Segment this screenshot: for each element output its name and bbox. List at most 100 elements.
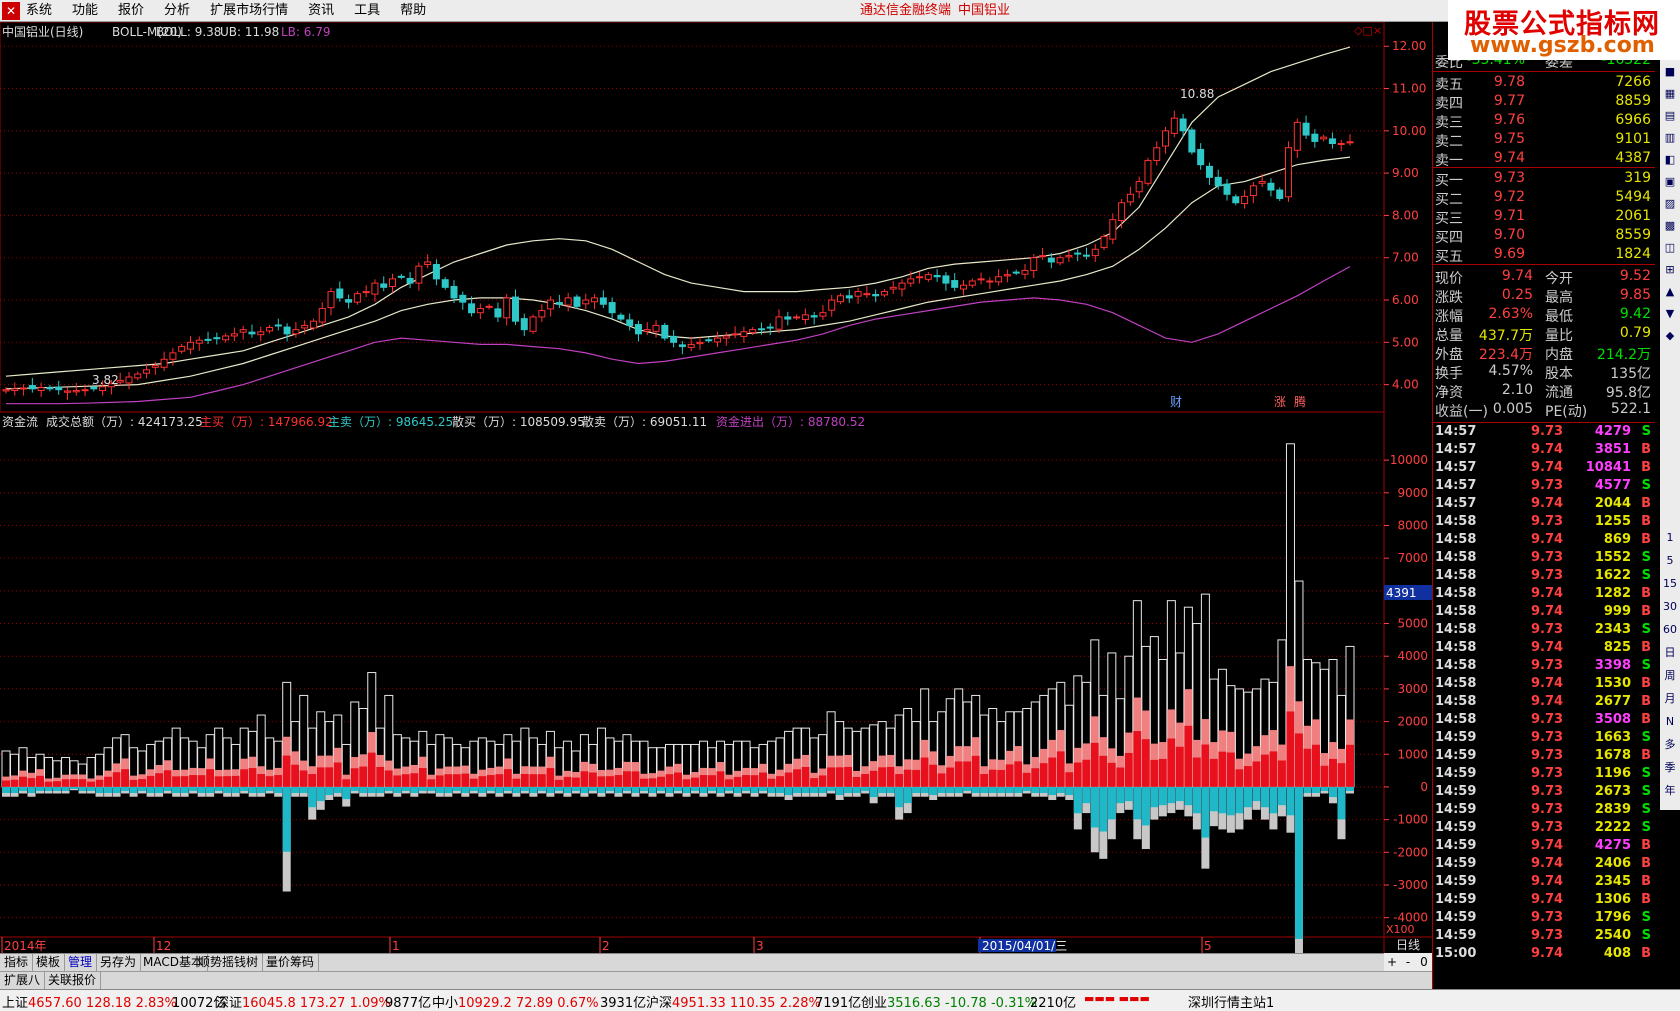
tick-row[interactable]: 14:58 9.74 999 B xyxy=(1433,604,1655,622)
index-cy[interactable]: 创业3516.63 -10.78 -0.31% xyxy=(861,992,1037,1011)
bid-row[interactable]: 买一 9.73 319 xyxy=(1433,170,1655,189)
flow-main-buy-bar xyxy=(1260,754,1269,787)
zoom-reset-button[interactable]: 0 xyxy=(1416,953,1432,971)
tick-row[interactable]: 14:59 9.74 4275 B xyxy=(1433,838,1655,856)
tab-manage[interactable]: 管理 xyxy=(64,954,98,971)
tab-template[interactable]: 模板 xyxy=(32,954,66,971)
period-button[interactable]: 月 xyxy=(1662,691,1678,707)
tick-row[interactable]: 14:59 9.73 1796 S xyxy=(1433,910,1655,928)
chart-svg[interactable]: 12.0011.0010.009.008.007.006.005.004.00 … xyxy=(0,22,1432,953)
menu-tools[interactable]: 工具 xyxy=(344,0,390,22)
tick-row[interactable]: 15:00 9.74 408 B xyxy=(1433,946,1655,964)
index-sz[interactable]: 深证16045.8 173.27 1.09% xyxy=(216,992,391,1011)
tick-row[interactable]: 14:59 9.73 1678 B xyxy=(1433,748,1655,766)
toolbar-icon[interactable]: ▩ xyxy=(1662,218,1678,234)
tick-row[interactable]: 14:58 9.73 1552 S xyxy=(1433,550,1655,568)
menu-extended-market[interactable]: 扩展市场行情 xyxy=(200,0,298,22)
period-button[interactable]: 60 xyxy=(1662,622,1678,638)
finance-marker[interactable]: 财 xyxy=(1170,395,1182,409)
toolbar-icon[interactable]: ▨ xyxy=(1662,196,1678,212)
tick-row[interactable]: 14:59 9.73 2540 S xyxy=(1433,928,1655,946)
tab-related-quote[interactable]: 关联报价 xyxy=(44,972,102,989)
tab-indicator[interactable]: 指标 xyxy=(0,954,34,971)
tick-row[interactable]: 14:57 9.73 4279 S xyxy=(1433,424,1655,442)
toolbar-icon[interactable]: ▣ xyxy=(1662,174,1678,190)
toolbar-icon[interactable]: ◫ xyxy=(1662,240,1678,256)
tab-volume-chips[interactable]: 量价筹码 xyxy=(262,954,320,971)
index-zx[interactable]: 中小10929.2 72.89 0.67% xyxy=(432,992,599,1011)
tab-money-tree[interactable]: 顺势摇钱树 xyxy=(194,954,264,971)
toolbar-icon[interactable]: ▤ xyxy=(1662,108,1678,124)
tick-row[interactable]: 14:58 9.73 3398 S xyxy=(1433,658,1655,676)
tick-row[interactable]: 14:58 9.74 825 B xyxy=(1433,640,1655,658)
period-button[interactable]: N xyxy=(1662,714,1678,730)
toolbar-icon[interactable]: ⊞ xyxy=(1662,262,1678,278)
tick-row[interactable]: 14:57 9.74 10841 B xyxy=(1433,460,1655,478)
tick-row[interactable]: 14:58 9.74 1530 B xyxy=(1433,676,1655,694)
toolbar-icon[interactable]: ▦ xyxy=(1662,86,1678,102)
ask-row[interactable]: 卖二 9.75 9101 xyxy=(1433,131,1655,150)
tick-row[interactable]: 14:58 9.73 3508 B xyxy=(1433,712,1655,730)
toolbar-icon[interactable]: ▥ xyxy=(1662,130,1678,146)
server-name[interactable]: 深圳行情主站1 xyxy=(1188,992,1274,1011)
limit-up-marker[interactable]: 涨 xyxy=(1274,394,1286,409)
toolbar-icon[interactable]: ■ xyxy=(1662,64,1678,80)
period-label[interactable]: 日线 xyxy=(1384,937,1432,953)
menu-quote[interactable]: 报价 xyxy=(108,0,154,22)
menu-function[interactable]: 功能 xyxy=(62,0,108,22)
bid-row[interactable]: 买四 9.70 8559 xyxy=(1433,227,1655,246)
flow-main-sell-bar xyxy=(1048,786,1057,796)
toolbar-icon[interactable]: ▲ xyxy=(1662,284,1678,300)
period-button[interactable]: 1 xyxy=(1662,530,1678,546)
tick-row[interactable]: 14:58 9.73 2343 S xyxy=(1433,622,1655,640)
tick-row[interactable]: 14:59 9.74 2406 B xyxy=(1433,856,1655,874)
menu-analysis[interactable]: 分析 xyxy=(154,0,200,22)
period-button[interactable]: 日 xyxy=(1662,645,1678,661)
period-button[interactable]: 多 xyxy=(1662,737,1678,753)
period-button[interactable]: 周 xyxy=(1662,668,1678,684)
tick-row[interactable]: 14:57 9.74 3851 B xyxy=(1433,442,1655,460)
tick-row[interactable]: 14:59 9.73 1196 S xyxy=(1433,766,1655,784)
period-button[interactable]: 年 xyxy=(1662,783,1678,799)
ask-row[interactable]: 卖一 9.74 4387 xyxy=(1433,150,1655,169)
tick-row[interactable]: 14:59 9.73 1663 S xyxy=(1433,730,1655,748)
ask-row[interactable]: 卖三 9.76 6966 xyxy=(1433,112,1655,131)
tick-row[interactable]: 14:58 9.74 1282 B xyxy=(1433,586,1655,604)
tick-row[interactable]: 14:59 9.73 2839 S xyxy=(1433,802,1655,820)
toolbar-icon[interactable]: ▼ xyxy=(1662,306,1678,322)
ask-row[interactable]: 卖五 9.78 7266 xyxy=(1433,74,1655,93)
period-button[interactable]: 30 xyxy=(1662,599,1678,615)
tick-row[interactable]: 14:59 9.73 2673 S xyxy=(1433,784,1655,802)
tick-row[interactable]: 14:59 9.74 2345 B xyxy=(1433,874,1655,892)
period-button[interactable]: 15 xyxy=(1662,576,1678,592)
tick-row[interactable]: 14:57 9.73 4577 S xyxy=(1433,478,1655,496)
bid-row[interactable]: 买二 9.72 5494 xyxy=(1433,189,1655,208)
tick-row[interactable]: 14:58 9.74 869 B xyxy=(1433,532,1655,550)
toolbar-icon[interactable]: ◧ xyxy=(1662,152,1678,168)
bid-row[interactable]: 买三 9.71 2061 xyxy=(1433,208,1655,227)
toolbar-icon[interactable]: ◆ xyxy=(1662,328,1678,344)
period-button[interactable]: 5 xyxy=(1662,553,1678,569)
zoom-out-button[interactable]: - xyxy=(1400,953,1416,971)
tick-row[interactable]: 14:57 9.74 2044 B xyxy=(1433,496,1655,514)
ask-row[interactable]: 卖四 9.77 8859 xyxy=(1433,93,1655,112)
index-sh[interactable]: 上证4657.60 128.18 2.83% xyxy=(2,992,177,1011)
tab-extension[interactable]: 扩展八 xyxy=(0,972,46,989)
tick-row[interactable]: 14:59 9.73 2222 S xyxy=(1433,820,1655,838)
tick-row[interactable]: 14:58 9.73 1622 S xyxy=(1433,568,1655,586)
menu-help[interactable]: 帮助 xyxy=(390,0,436,22)
event-marker[interactable]: 腾 xyxy=(1294,394,1306,409)
tick-row[interactable]: 14:58 9.73 1255 B xyxy=(1433,514,1655,532)
chart-area[interactable]: 12.00 11.00 10.00 9.00 8.00 7.00 6.00 5.00 4.00 … xyxy=(0,22,1432,997)
panel-controls-icon[interactable]: ◇□× xyxy=(1354,24,1382,37)
menu-news[interactable]: 资讯 xyxy=(298,0,344,22)
period-button[interactable]: 季 xyxy=(1662,760,1678,776)
tick-row[interactable]: 14:58 9.74 2677 B xyxy=(1433,694,1655,712)
tab-save-as[interactable]: 另存为 xyxy=(96,954,142,971)
menu-system[interactable]: 系统 xyxy=(26,0,62,22)
tick-row[interactable]: 14:59 9.74 1306 B xyxy=(1433,892,1655,910)
bid-row[interactable]: 买五 9.69 1824 xyxy=(1433,246,1655,265)
index-hs[interactable]: 沪深4951.33 110.35 2.28% xyxy=(646,992,821,1011)
flow-main-sell-bar xyxy=(1346,786,1354,791)
zoom-in-button[interactable]: + xyxy=(1384,953,1400,971)
